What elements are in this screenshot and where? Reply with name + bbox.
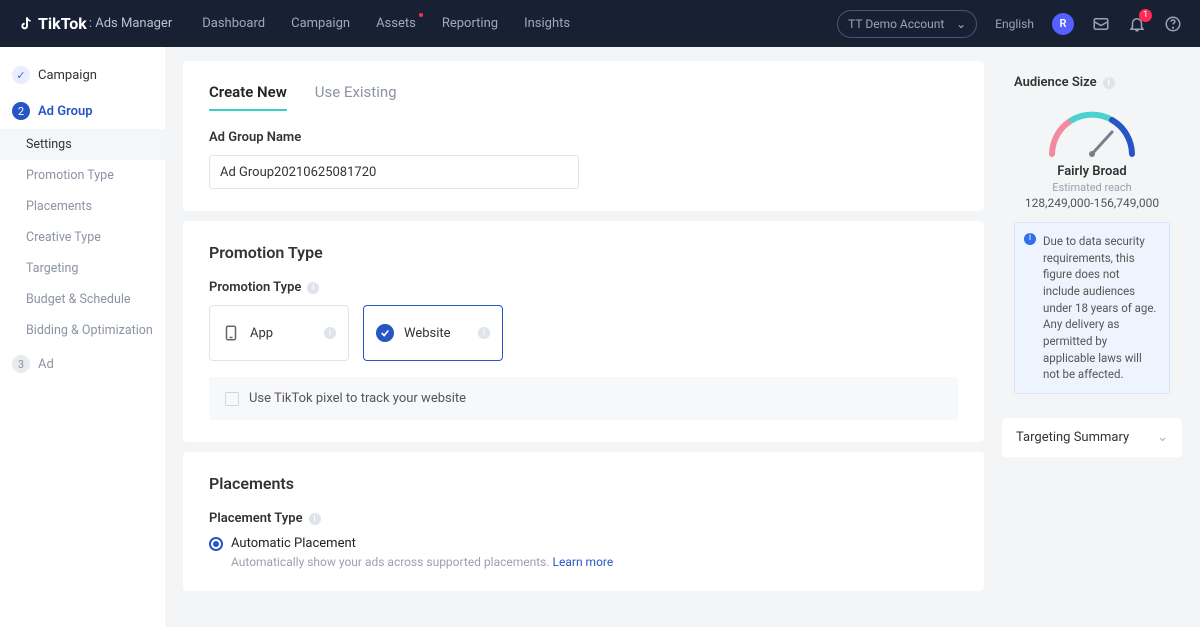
audience-size-card: Audience Size i Fairly Broad (1002, 61, 1182, 408)
tiktok-icon (18, 16, 34, 32)
pixel-panel: Use TikTok pixel to track your website (209, 377, 958, 420)
nav-dashboard[interactable]: Dashboard (202, 16, 265, 31)
step-label: Ad (38, 357, 54, 372)
left-sidebar: ✓ Campaign 2 Ad Group Settings Promotion… (0, 47, 165, 627)
learn-more-link[interactable]: Learn more (553, 555, 614, 569)
step-ad[interactable]: 3 Ad (0, 346, 165, 382)
estimated-reach-label: Estimated reach (1052, 181, 1131, 194)
create-tabs: Create New Use Existing (209, 83, 958, 112)
info-icon[interactable]: i (309, 513, 321, 525)
chevron-down-icon: ⌄ (956, 17, 966, 31)
tab-create-new[interactable]: Create New (209, 83, 287, 111)
auto-placement-radio-row[interactable]: Automatic Placement (209, 536, 958, 551)
sidebar-item-settings[interactable]: Settings (0, 129, 165, 160)
inbox-icon[interactable] (1092, 15, 1110, 33)
brand-main: TikTok (38, 14, 87, 33)
radio-selected-icon (209, 537, 223, 551)
step-campaign[interactable]: ✓ Campaign (0, 57, 165, 93)
tab-use-existing[interactable]: Use Existing (315, 83, 397, 111)
option-label: Website (404, 326, 451, 341)
sidebar-item-creative-type[interactable]: Creative Type (0, 222, 165, 253)
audience-gauge-icon (1042, 104, 1142, 158)
promotion-type-label: Promotion Type i (209, 280, 958, 295)
adgroup-name-card: Create New Use Existing Ad Group Name (183, 61, 984, 211)
step-number: 3 (12, 355, 30, 373)
option-app[interactable]: App i (209, 305, 349, 361)
help-icon[interactable] (1164, 15, 1182, 33)
option-label: App (250, 326, 273, 341)
promotion-options: App i Website i (209, 305, 958, 361)
step-number: 2 (12, 102, 30, 120)
header-right: TT Demo Account ⌄ English R 1 (837, 10, 1182, 38)
promotion-type-card: Promotion Type Promotion Type i App i (183, 221, 984, 442)
account-label: TT Demo Account (848, 17, 944, 31)
check-circle-icon (376, 324, 394, 342)
nav-insights[interactable]: Insights (524, 16, 570, 31)
app-icon (222, 324, 240, 342)
info-dot-icon: i (1024, 233, 1036, 245)
nav-assets[interactable]: Assets (376, 16, 416, 31)
sidebar-item-budget-schedule[interactable]: Budget & Schedule (0, 284, 165, 315)
sidebar-item-targeting[interactable]: Targeting (0, 253, 165, 284)
info-icon[interactable]: i (1103, 77, 1115, 89)
info-icon[interactable]: i (307, 282, 319, 294)
user-avatar[interactable]: R (1052, 13, 1074, 35)
assets-dot-icon (419, 13, 423, 17)
check-icon: ✓ (12, 66, 30, 84)
bell-icon[interactable]: 1 (1128, 15, 1146, 33)
targeting-summary-toggle[interactable]: Targeting Summary ⌄ (1002, 418, 1182, 457)
adgroup-name-input[interactable] (209, 155, 579, 189)
top-nav: Dashboard Campaign Assets Reporting Insi… (202, 16, 570, 31)
sidebar-item-placements[interactable]: Placements (0, 191, 165, 222)
estimated-reach-range: 128,249,000-156,749,000 (1025, 196, 1159, 210)
pixel-label: Use TikTok pixel to track your website (249, 391, 466, 406)
step-label: Ad Group (38, 104, 93, 119)
audience-status: Fairly Broad (1057, 164, 1126, 179)
sidebar-item-bidding[interactable]: Bidding & Optimization (0, 315, 165, 346)
info-icon[interactable]: i (324, 327, 336, 339)
audience-notice: i Due to data security requirements, thi… (1014, 222, 1170, 394)
placements-section-title: Placements (209, 474, 958, 493)
nav-reporting[interactable]: Reporting (442, 16, 498, 31)
chevron-down-icon: ⌄ (1157, 430, 1168, 445)
adgroup-name-label: Ad Group Name (209, 130, 958, 145)
step-ad-group[interactable]: 2 Ad Group (0, 93, 165, 129)
bell-badge: 1 (1139, 9, 1152, 22)
auto-placement-help: Automatically show your ads across suppo… (231, 555, 958, 569)
app-header: TikTok : Ads Manager Dashboard Campaign … (0, 0, 1200, 47)
brand-sub: : Ads Manager (89, 16, 172, 31)
placements-card: Placements Placement Type i Automatic Pl… (183, 452, 984, 591)
sidebar-item-promotion-type[interactable]: Promotion Type (0, 160, 165, 191)
targeting-summary-label: Targeting Summary (1016, 430, 1129, 445)
placement-type-label: Placement Type i (209, 511, 958, 526)
brand-logo: TikTok : Ads Manager (18, 14, 172, 33)
promotion-section-title: Promotion Type (209, 243, 958, 262)
step-label: Campaign (38, 68, 97, 83)
audience-size-title: Audience Size i (1014, 75, 1170, 90)
nav-campaign[interactable]: Campaign (291, 16, 350, 31)
pixel-checkbox[interactable] (225, 392, 239, 406)
account-select[interactable]: TT Demo Account ⌄ (837, 10, 977, 38)
info-icon[interactable]: i (478, 327, 490, 339)
language-select[interactable]: English (995, 17, 1034, 31)
option-website[interactable]: Website i (363, 305, 503, 361)
auto-placement-label: Automatic Placement (231, 536, 356, 551)
